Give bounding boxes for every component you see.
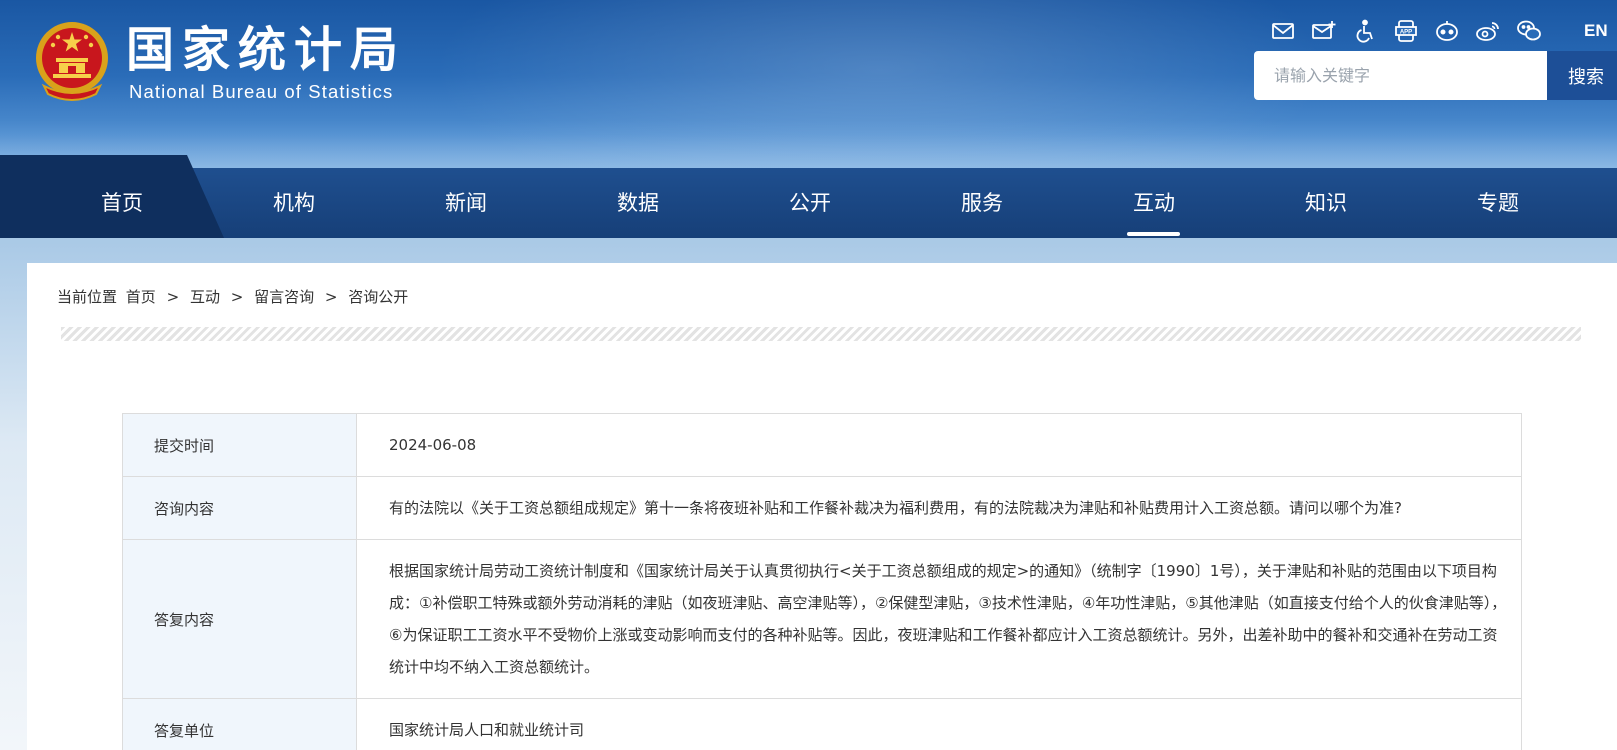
nav-active-indicator — [1127, 232, 1180, 236]
table-row: 答复内容 根据国家统计局劳动工资统计制度和《国家统计局关于认真贯彻执行<关于工资… — [122, 539, 1522, 699]
table-row: 提交时间 2024-06-08 — [122, 413, 1522, 477]
site-title[interactable]: 国家统计局 — [126, 22, 406, 78]
reply-unit-value: 国家统计局人口和就业统计司 — [356, 698, 1522, 750]
site-title-en[interactable]: National Bureau of Statistics — [129, 81, 393, 103]
consultation-detail-table: 提交时间 2024-06-08 咨询内容 有的法院以《关于工资总额组成规定》第十… — [122, 413, 1522, 750]
nav-item-knowledge[interactable]: 知识 — [1266, 168, 1386, 238]
breadcrumb-separator: > — [230, 288, 244, 306]
hatched-divider — [61, 327, 1581, 341]
submit-time-label: 提交时间 — [122, 413, 357, 477]
site-header: 国家统计局 National Bureau of Statistics APP … — [0, 0, 1617, 168]
question-label: 咨询内容 — [122, 476, 357, 540]
nav-item-home[interactable]: 首页 — [62, 168, 182, 238]
breadcrumb-current-link[interactable]: 咨询公开 — [348, 286, 408, 308]
breadcrumb-messages-link[interactable]: 留言咨询 — [254, 286, 314, 308]
mailbox-icon[interactable] — [1311, 18, 1337, 44]
breadcrumb-home-link[interactable]: 首页 — [126, 286, 156, 308]
table-row: 咨询内容 有的法院以《关于工资总额组成规定》第十一条将夜班补贴和工作餐补裁决为福… — [122, 476, 1522, 540]
nav-item-services[interactable]: 服务 — [922, 168, 1042, 238]
mail-icon[interactable] — [1270, 18, 1296, 44]
top-utility-bar: APP EN — [1270, 18, 1617, 46]
language-switch-link[interactable]: EN — [1584, 21, 1608, 41]
accessibility-icon[interactable] — [1352, 18, 1378, 44]
weibo-icon[interactable] — [1475, 18, 1501, 44]
svg-text:APP: APP — [1400, 30, 1412, 36]
nav-item-disclosure[interactable]: 公开 — [750, 168, 870, 238]
submit-time-value: 2024-06-08 — [356, 413, 1522, 477]
search-input[interactable] — [1254, 51, 1547, 100]
nav-item-organization[interactable]: 机构 — [234, 168, 354, 238]
breadcrumb-prefix: 当前位置 — [57, 288, 118, 306]
table-row: 答复单位 国家统计局人口和就业统计司 — [122, 698, 1522, 750]
app-icon[interactable]: APP — [1393, 18, 1419, 44]
nav-item-news[interactable]: 新闻 — [406, 168, 526, 238]
nav-item-data[interactable]: 数据 — [578, 168, 698, 238]
reply-unit-label: 答复单位 — [122, 698, 357, 750]
breadcrumb-separator: > — [324, 288, 338, 306]
nav-item-interaction[interactable]: 互动 — [1094, 168, 1214, 238]
wechat-icon[interactable] — [1516, 18, 1542, 44]
question-text: 有的法院以《关于工资总额组成规定》第十一条将夜班补贴和工作餐补裁决为福利费用，有… — [356, 476, 1522, 540]
nav-item-topics[interactable]: 专题 — [1438, 168, 1558, 238]
answer-label: 答复内容 — [122, 539, 357, 699]
breadcrumb: 当前位置 首页 > 互动 > 留言咨询 > 咨询公开 — [57, 286, 408, 308]
search-button[interactable]: 搜索 — [1547, 51, 1617, 100]
answer-text: 根据国家统计局劳动工资统计制度和《国家统计局关于认真贯彻执行<关于工资总额组成的… — [356, 539, 1522, 699]
breadcrumb-interaction-link[interactable]: 互动 — [190, 286, 220, 308]
national-emblem-icon[interactable] — [34, 20, 110, 102]
breadcrumb-separator: > — [166, 288, 180, 306]
robot-icon[interactable] — [1434, 18, 1460, 44]
